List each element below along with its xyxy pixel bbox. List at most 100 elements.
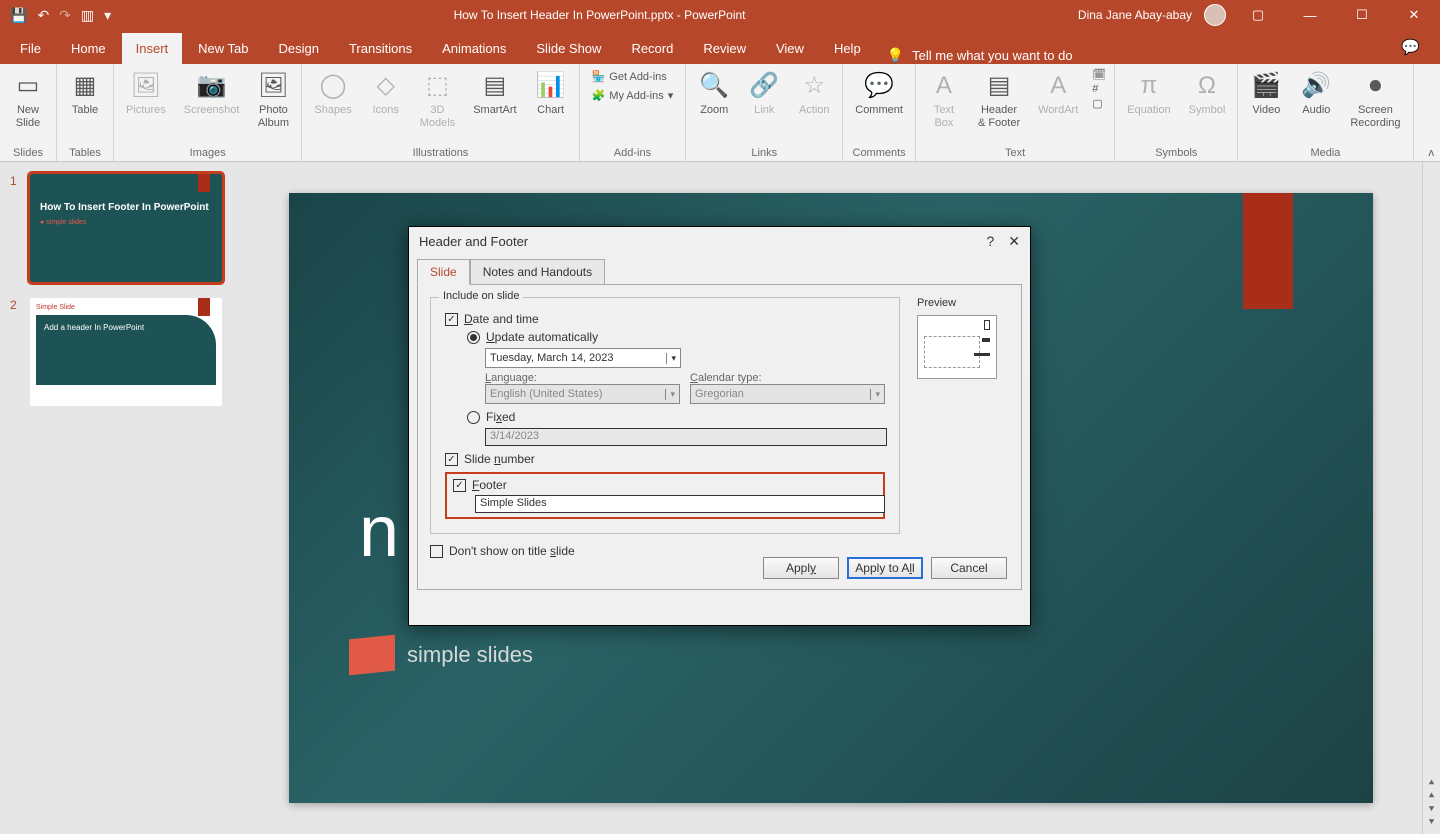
share-icon[interactable]: 💬 — [1387, 30, 1434, 64]
next-slide-double-icon[interactable]: ⯆ — [1428, 804, 1436, 815]
shapes-button[interactable]: ◯Shapes — [310, 68, 355, 119]
fieldset-legend: Include on slide — [439, 290, 523, 302]
date-time-checkbox[interactable]: ✓ Date and time — [445, 312, 885, 326]
tab-view[interactable]: View — [762, 33, 818, 64]
thumb-row: 2 Simple Slide Add a header In PowerPoin… — [10, 298, 230, 406]
user-name: Dina Jane Abay-abay — [1078, 8, 1192, 22]
radio-icon — [467, 411, 480, 424]
next-slide-icon[interactable]: ⯆ — [1428, 817, 1436, 828]
tab-slideshow[interactable]: Slide Show — [522, 33, 615, 64]
calendar-label: Calendar type: — [690, 372, 885, 384]
tab-review[interactable]: Review — [689, 33, 760, 64]
ribbon-display-icon[interactable]: ▢ — [1238, 7, 1278, 23]
document-title: How To Insert Header In PowerPoint.pptx … — [121, 8, 1078, 22]
screen-recording-button[interactable]: ⏺Screen Recording — [1346, 68, 1404, 132]
link-button[interactable]: 🔗Link — [744, 68, 784, 119]
thumb-slide-2[interactable]: Simple Slide Add a header In PowerPoint — [30, 298, 222, 406]
thumb-mark — [198, 298, 210, 316]
slide-number-checkbox[interactable]: ✓ Slide number — [445, 452, 885, 466]
tell-me[interactable]: 💡 Tell me what you want to do — [887, 47, 1073, 64]
update-auto-radio[interactable]: Update automatically — [467, 330, 885, 344]
tab-transitions[interactable]: Transitions — [335, 33, 426, 64]
prev-slide-double-icon[interactable]: ⯅ — [1428, 791, 1436, 802]
zoom-button[interactable]: 🔍Zoom — [694, 68, 734, 119]
preview-label: Preview — [917, 297, 1007, 309]
tab-animations[interactable]: Animations — [428, 33, 520, 64]
thumb-slide-1[interactable]: How To Insert Footer In PowerPoint ● sim… — [30, 174, 222, 282]
ribbon-tabs: File Home Insert New Tab Design Transiti… — [0, 30, 1440, 64]
cancel-button[interactable]: Cancel — [931, 557, 1007, 579]
apply-to-all-button[interactable]: Apply to All — [847, 557, 923, 579]
checkbox-icon: ✓ — [445, 453, 458, 466]
chart-button[interactable]: 📊Chart — [531, 68, 571, 119]
fixed-radio[interactable]: Fixed — [467, 410, 885, 424]
save-icon[interactable]: 💾 — [10, 7, 27, 24]
addins-icon: 🧩 — [592, 89, 606, 102]
slide-thumbnails: 1 How To Insert Footer In PowerPoint ● s… — [0, 162, 240, 834]
smartart-button[interactable]: ▤SmartArt — [469, 68, 520, 119]
pictures-icon: 🖼 — [131, 70, 161, 102]
tab-design[interactable]: Design — [265, 33, 333, 64]
screenshot-icon: 📷 — [197, 70, 227, 102]
date-time-icon[interactable]: 🗓 — [1092, 68, 1106, 81]
undo-icon[interactable]: ↶ — [37, 7, 49, 24]
dialog-tab-notes[interactable]: Notes and Handouts — [470, 259, 605, 285]
object-icon[interactable]: ▢ — [1092, 97, 1106, 110]
minimize-icon[interactable]: — — [1290, 8, 1330, 23]
audio-button[interactable]: 🔊Audio — [1296, 68, 1336, 119]
header-footer-button[interactable]: ▤Header & Footer — [974, 68, 1024, 132]
date-format-combo[interactable]: Tuesday, March 14, 2023▾ — [485, 348, 681, 368]
slide-number-icon[interactable]: # — [1092, 83, 1106, 95]
collapse-ribbon-icon[interactable]: ʌ — [1429, 147, 1435, 159]
new-slide-button[interactable]: ▭New Slide — [8, 68, 48, 132]
tab-file[interactable]: File — [6, 33, 55, 64]
pictures-button[interactable]: 🖼Pictures — [122, 68, 170, 119]
qat-more-icon[interactable]: ▾ — [104, 7, 111, 24]
icons-button[interactable]: ◇Icons — [366, 68, 406, 119]
my-addins-button[interactable]: 🧩My Add-ins ▾ — [588, 87, 678, 104]
maximize-icon[interactable]: ☐ — [1342, 7, 1382, 23]
redo-icon[interactable]: ↷ — [59, 7, 71, 24]
language-label: Language: — [485, 372, 680, 384]
dialog-tab-slide[interactable]: Slide — [417, 259, 470, 285]
preview-canvas — [917, 315, 997, 379]
group-links: 🔍Zoom 🔗Link ☆Action Links — [686, 64, 843, 161]
text-box-button[interactable]: AText Box — [924, 68, 964, 132]
fixed-date-input[interactable]: 3/14/2023 — [485, 428, 887, 446]
screenshot-button[interactable]: 📷Screenshot — [180, 68, 244, 119]
tab-newtab[interactable]: New Tab — [184, 33, 262, 64]
symbol-button[interactable]: ΩSymbol — [1185, 68, 1230, 119]
slide-nav: ⯅ ⯅ ⯆ ⯆ — [1423, 778, 1440, 828]
comment-button[interactable]: 💬Comment — [851, 68, 907, 119]
group-symbols: πEquation ΩSymbol Symbols — [1115, 64, 1238, 161]
ribbon: ▭New Slide Slides ▦Table Tables 🖼Picture… — [0, 64, 1440, 162]
footer-input[interactable]: Simple Slides — [475, 495, 885, 513]
3d-models-button[interactable]: ⬚3D Models — [416, 68, 459, 132]
action-button[interactable]: ☆Action — [794, 68, 834, 119]
tell-me-text: Tell me what you want to do — [912, 48, 1072, 63]
prev-slide-icon[interactable]: ⯅ — [1428, 778, 1436, 789]
wordart-button[interactable]: AWordArt — [1034, 68, 1082, 119]
language-combo[interactable]: English (United States)▾ — [485, 384, 680, 404]
vertical-scrollbar[interactable]: ⯅ ⯅ ⯆ ⯆ — [1422, 162, 1440, 834]
title-right: Dina Jane Abay-abay ▢ — ☐ ✕ — [1078, 4, 1440, 26]
photo-album-button[interactable]: 🖼Photo Album — [253, 68, 293, 132]
tab-record[interactable]: Record — [617, 33, 687, 64]
tab-home[interactable]: Home — [57, 33, 120, 64]
close-icon[interactable]: ✕ — [1394, 7, 1434, 23]
close-icon[interactable]: ✕ — [1008, 233, 1020, 250]
table-button[interactable]: ▦Table — [65, 68, 105, 119]
video-button[interactable]: 🎬Video — [1246, 68, 1286, 119]
zoom-icon: 🔍 — [699, 70, 729, 102]
apply-button[interactable]: Apply — [763, 557, 839, 579]
equation-button[interactable]: πEquation — [1123, 68, 1174, 119]
start-from-beginning-icon[interactable]: ▥ — [81, 7, 94, 24]
get-addins-button[interactable]: 🏪Get Add-ins — [588, 68, 678, 85]
footer-checkbox[interactable]: ✓ Footer — [453, 478, 877, 492]
tab-insert[interactable]: Insert — [122, 33, 183, 64]
tab-help[interactable]: Help — [820, 33, 875, 64]
calendar-combo[interactable]: Gregorian▾ — [690, 384, 885, 404]
help-icon[interactable]: ? — [986, 233, 994, 250]
user-avatar[interactable] — [1204, 4, 1226, 26]
dont-show-checkbox[interactable]: Don't show on title slide — [430, 544, 1009, 558]
